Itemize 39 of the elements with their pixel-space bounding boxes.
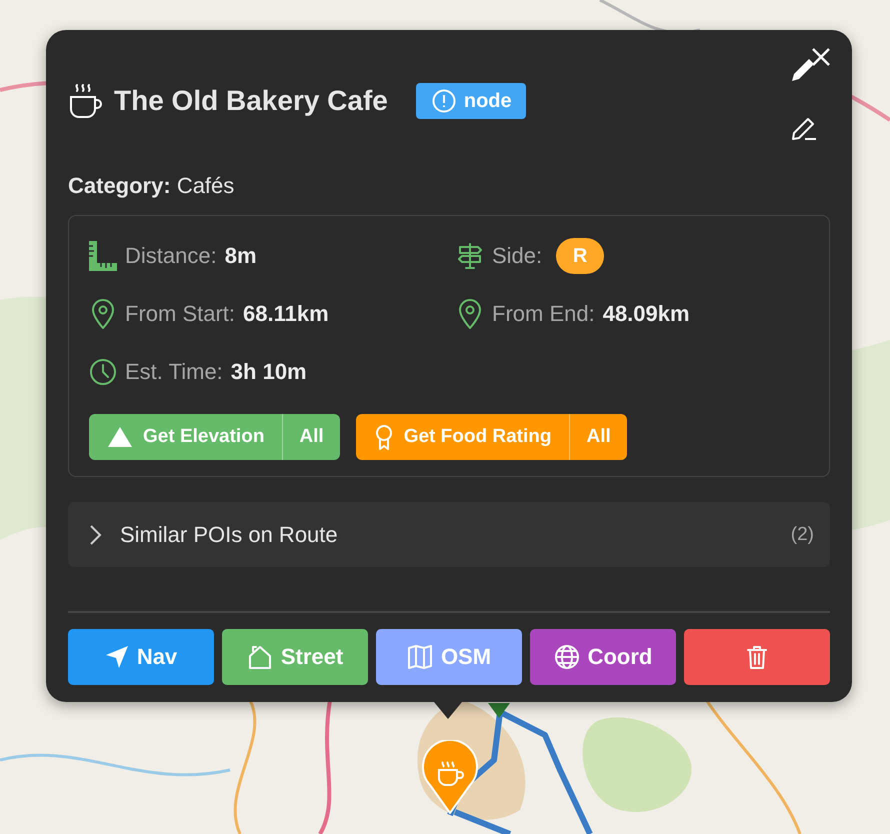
close-icon[interactable] <box>810 46 832 68</box>
detail-label: Distance: <box>125 243 217 269</box>
trash-icon <box>746 644 768 670</box>
globe-icon <box>554 644 580 670</box>
all-button[interactable]: All <box>282 414 340 460</box>
place-title: The Old Bakery Cafe <box>114 85 388 117</box>
detail-label: Est. Time: <box>125 359 223 385</box>
clock-icon <box>89 358 117 386</box>
cafe-map-marker-icon[interactable] <box>421 740 479 814</box>
osm-button[interactable]: OSM <box>376 629 522 685</box>
detail-value: 8m <box>224 243 257 269</box>
food-rating-button[interactable]: Get Food Rating <box>356 414 570 460</box>
chevron-icon <box>88 524 102 546</box>
signpost-icon <box>456 242 484 270</box>
house-icon <box>246 644 273 670</box>
nav-button[interactable]: Nav <box>68 629 214 685</box>
detail-value: 3h 10m <box>230 359 307 385</box>
navigation-arrow-icon <box>104 645 129 669</box>
mountain-icon <box>107 426 133 448</box>
ruler-icon <box>89 241 117 271</box>
location-pin-icon <box>458 299 482 329</box>
similar-pois-toggle[interactable]: Similar POIs on Route (2) <box>68 502 830 567</box>
detail-label: From Start: <box>125 301 236 327</box>
detail-value: 48.09km <box>602 301 690 327</box>
detail-value: 68.11km <box>243 301 329 327</box>
delete-button[interactable] <box>684 629 830 685</box>
type-badge: node <box>416 83 526 119</box>
detail-label: From End: <box>492 301 595 327</box>
side-badge: R <box>556 238 604 274</box>
all-button[interactable]: All <box>569 414 627 460</box>
award-icon <box>374 424 394 450</box>
map-icon <box>406 644 433 670</box>
category-text: Category: Cafés <box>68 173 236 200</box>
coord-button[interactable]: Coord <box>530 629 676 685</box>
detail-label: Side: <box>492 243 542 269</box>
elevation-button[interactable]: Get Elevation <box>89 414 282 460</box>
location-pin-icon <box>91 299 115 329</box>
street-button[interactable]: Street <box>222 629 368 685</box>
coffee-cup-icon <box>68 83 102 119</box>
